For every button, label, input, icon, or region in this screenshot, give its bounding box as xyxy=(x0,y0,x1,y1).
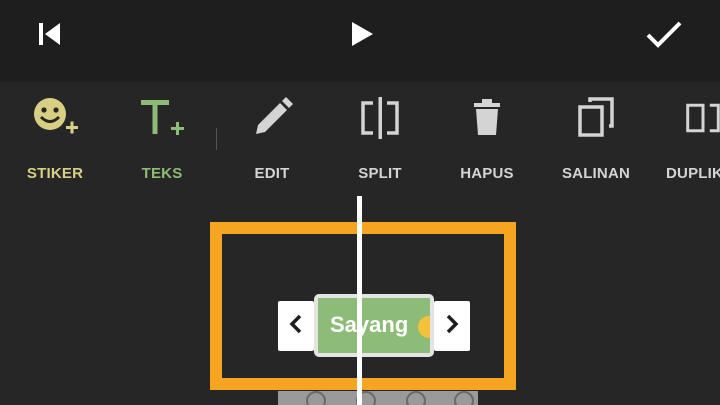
tool-label: SALINAN xyxy=(561,165,631,182)
pencil-icon xyxy=(217,96,327,140)
text-clip-label: Sayang xyxy=(330,312,409,337)
emoji-icon xyxy=(418,316,430,338)
duplicate-tool-button[interactable]: DUPLIK xyxy=(650,82,720,194)
tool-label: TEKS xyxy=(141,165,183,182)
checkmark-icon[interactable] xyxy=(642,12,686,56)
text-add-icon xyxy=(107,96,217,140)
toolbar-divider xyxy=(216,128,217,150)
delete-tool-button[interactable]: HAPUS xyxy=(432,82,542,194)
chevron-right-icon xyxy=(445,314,459,339)
text-clip[interactable]: Sayang xyxy=(314,294,434,357)
tool-label: HAPUS xyxy=(460,165,514,182)
video-filmstrip[interactable] xyxy=(278,391,478,405)
top-bar xyxy=(0,0,720,82)
tool-label: STIKER xyxy=(26,165,84,182)
chevron-left-icon xyxy=(289,314,303,339)
text-tool-button[interactable]: TEKS xyxy=(107,82,217,194)
duplicate-icon xyxy=(686,96,720,140)
trash-icon xyxy=(432,96,542,140)
playhead-line[interactable] xyxy=(357,196,362,405)
play-icon[interactable] xyxy=(342,14,382,54)
trim-left-handle[interactable] xyxy=(278,301,314,351)
trim-right-handle[interactable] xyxy=(434,301,470,351)
split-tool-button[interactable]: SPLIT xyxy=(325,82,435,194)
sticker-add-icon xyxy=(0,96,110,140)
split-icon xyxy=(325,96,435,140)
edit-toolbar: STIKER TEKS EDIT SPLIT HAPUS SALINAN DUP… xyxy=(0,82,720,194)
skip-to-start-icon[interactable] xyxy=(30,14,70,54)
sticker-tool-button[interactable]: STIKER xyxy=(0,82,110,194)
edit-tool-button[interactable]: EDIT xyxy=(217,82,327,194)
tool-label: EDIT xyxy=(254,165,290,182)
tool-label: SPLIT xyxy=(358,165,402,182)
tool-label: DUPLIK xyxy=(666,165,720,182)
copy-tool-button[interactable]: SALINAN xyxy=(541,82,651,194)
copy-icon xyxy=(541,96,651,140)
